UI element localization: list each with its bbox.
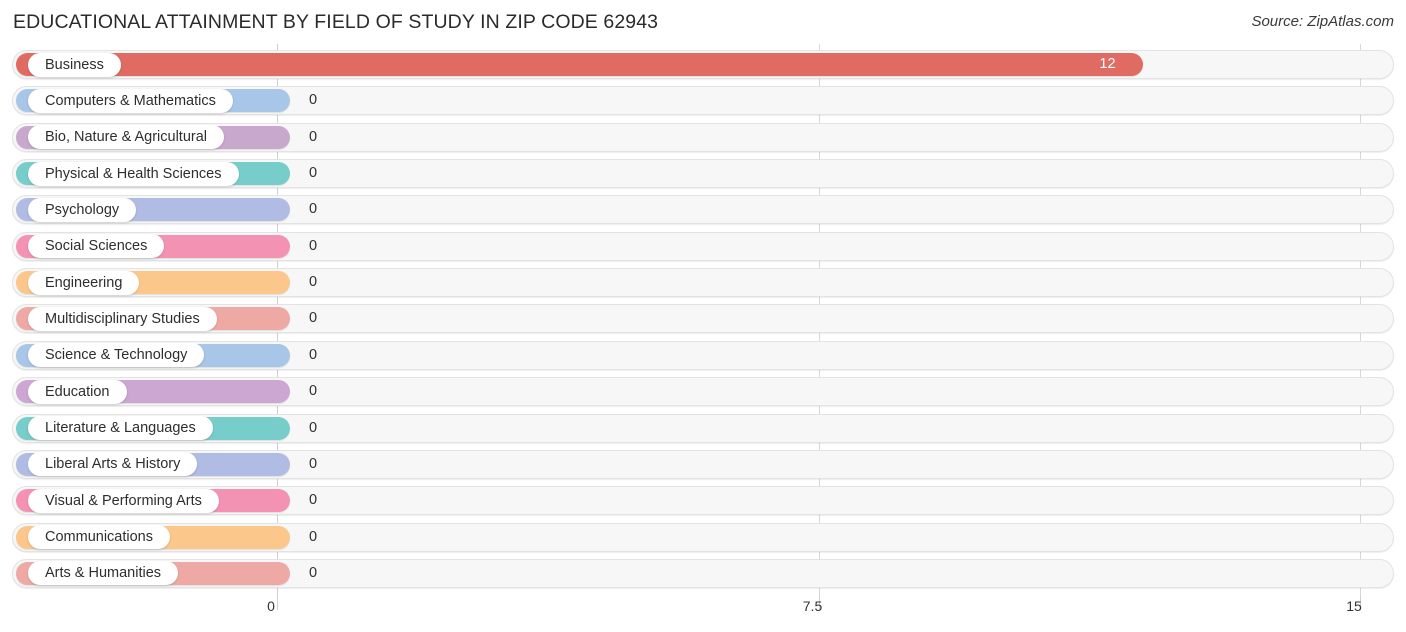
table-row[interactable]: Arts & Humanities 0 — [12, 558, 1394, 588]
tick-mark — [277, 596, 278, 610]
value-label: 0 — [309, 383, 318, 400]
table-row[interactable]: Communications 0 — [12, 522, 1394, 552]
table-row[interactable]: Science & Technology 0 — [12, 340, 1394, 370]
value-label: 0 — [309, 201, 318, 218]
x-tick-label: 7.5 — [802, 598, 823, 614]
value-label: 0 — [309, 274, 318, 291]
category-label: Physical & Health Sciences — [28, 161, 239, 186]
category-label: Business — [28, 52, 121, 77]
category-label: Visual & Performing Arts — [28, 488, 219, 513]
table-row[interactable]: Engineering 0 — [12, 268, 1394, 298]
value-label: 0 — [309, 346, 318, 363]
page-title: EDUCATIONAL ATTAINMENT BY FIELD OF STUDY… — [13, 11, 659, 33]
category-label: Engineering — [28, 270, 140, 295]
table-row[interactable]: Bio, Nature & Agricultural 0 — [12, 122, 1394, 152]
table-row[interactable]: Literature & Languages 0 — [12, 413, 1394, 443]
table-row[interactable]: Social Sciences 0 — [12, 231, 1394, 261]
value-label: 0 — [309, 92, 318, 109]
table-row[interactable]: Physical & Health Sciences 0 — [12, 159, 1394, 189]
value-label: 0 — [309, 419, 318, 436]
table-row[interactable]: Multidisciplinary Studies 0 — [12, 304, 1394, 334]
category-label: Social Sciences — [28, 234, 165, 259]
x-axis: 0 7.5 15 — [0, 596, 1406, 632]
value-bar[interactable] — [16, 53, 1144, 76]
table-row[interactable]: Psychology 0 — [12, 195, 1394, 225]
table-row[interactable]: Visual & Performing Arts 0 — [12, 486, 1394, 516]
chart-header: EDUCATIONAL ATTAINMENT BY FIELD OF STUDY… — [0, 0, 1406, 44]
x-tick-label: 15 — [1346, 598, 1362, 614]
table-row[interactable]: Computers & Mathematics 0 — [12, 86, 1394, 116]
value-label: 0 — [309, 128, 318, 145]
value-label: 0 — [309, 455, 318, 472]
category-label: Communications — [28, 525, 170, 550]
x-tick-label: 0 — [267, 598, 275, 614]
value-label: 0 — [309, 237, 318, 254]
category-label: Psychology — [28, 197, 137, 222]
source-attribution: Source: ZipAtlas.com — [1251, 13, 1394, 30]
category-label: Literature & Languages — [28, 416, 213, 440]
value-label: 0 — [309, 528, 318, 545]
table-row[interactable]: Business 12 — [12, 50, 1394, 79]
value-label: 0 — [309, 165, 318, 182]
value-label: 0 — [309, 310, 318, 327]
table-row[interactable]: Education 0 — [12, 377, 1394, 407]
chart-plot-area: Business 12 Computers & Mathematics 0 Bio, N… — [0, 44, 1406, 596]
value-label: 0 — [309, 492, 318, 509]
category-label: Computers & Mathematics — [28, 88, 233, 113]
value-label: 12 — [1099, 56, 1116, 72]
category-label: Science & Technology — [28, 343, 205, 368]
table-row[interactable]: Liberal Arts & History 0 — [12, 449, 1394, 479]
value-label: 0 — [309, 564, 318, 581]
category-label: Arts & Humanities — [28, 561, 179, 586]
category-label: Liberal Arts & History — [28, 452, 198, 477]
category-label: Bio, Nature & Agricultural — [28, 125, 224, 150]
category-label: Education — [28, 379, 127, 404]
category-label: Multidisciplinary Studies — [28, 306, 217, 331]
